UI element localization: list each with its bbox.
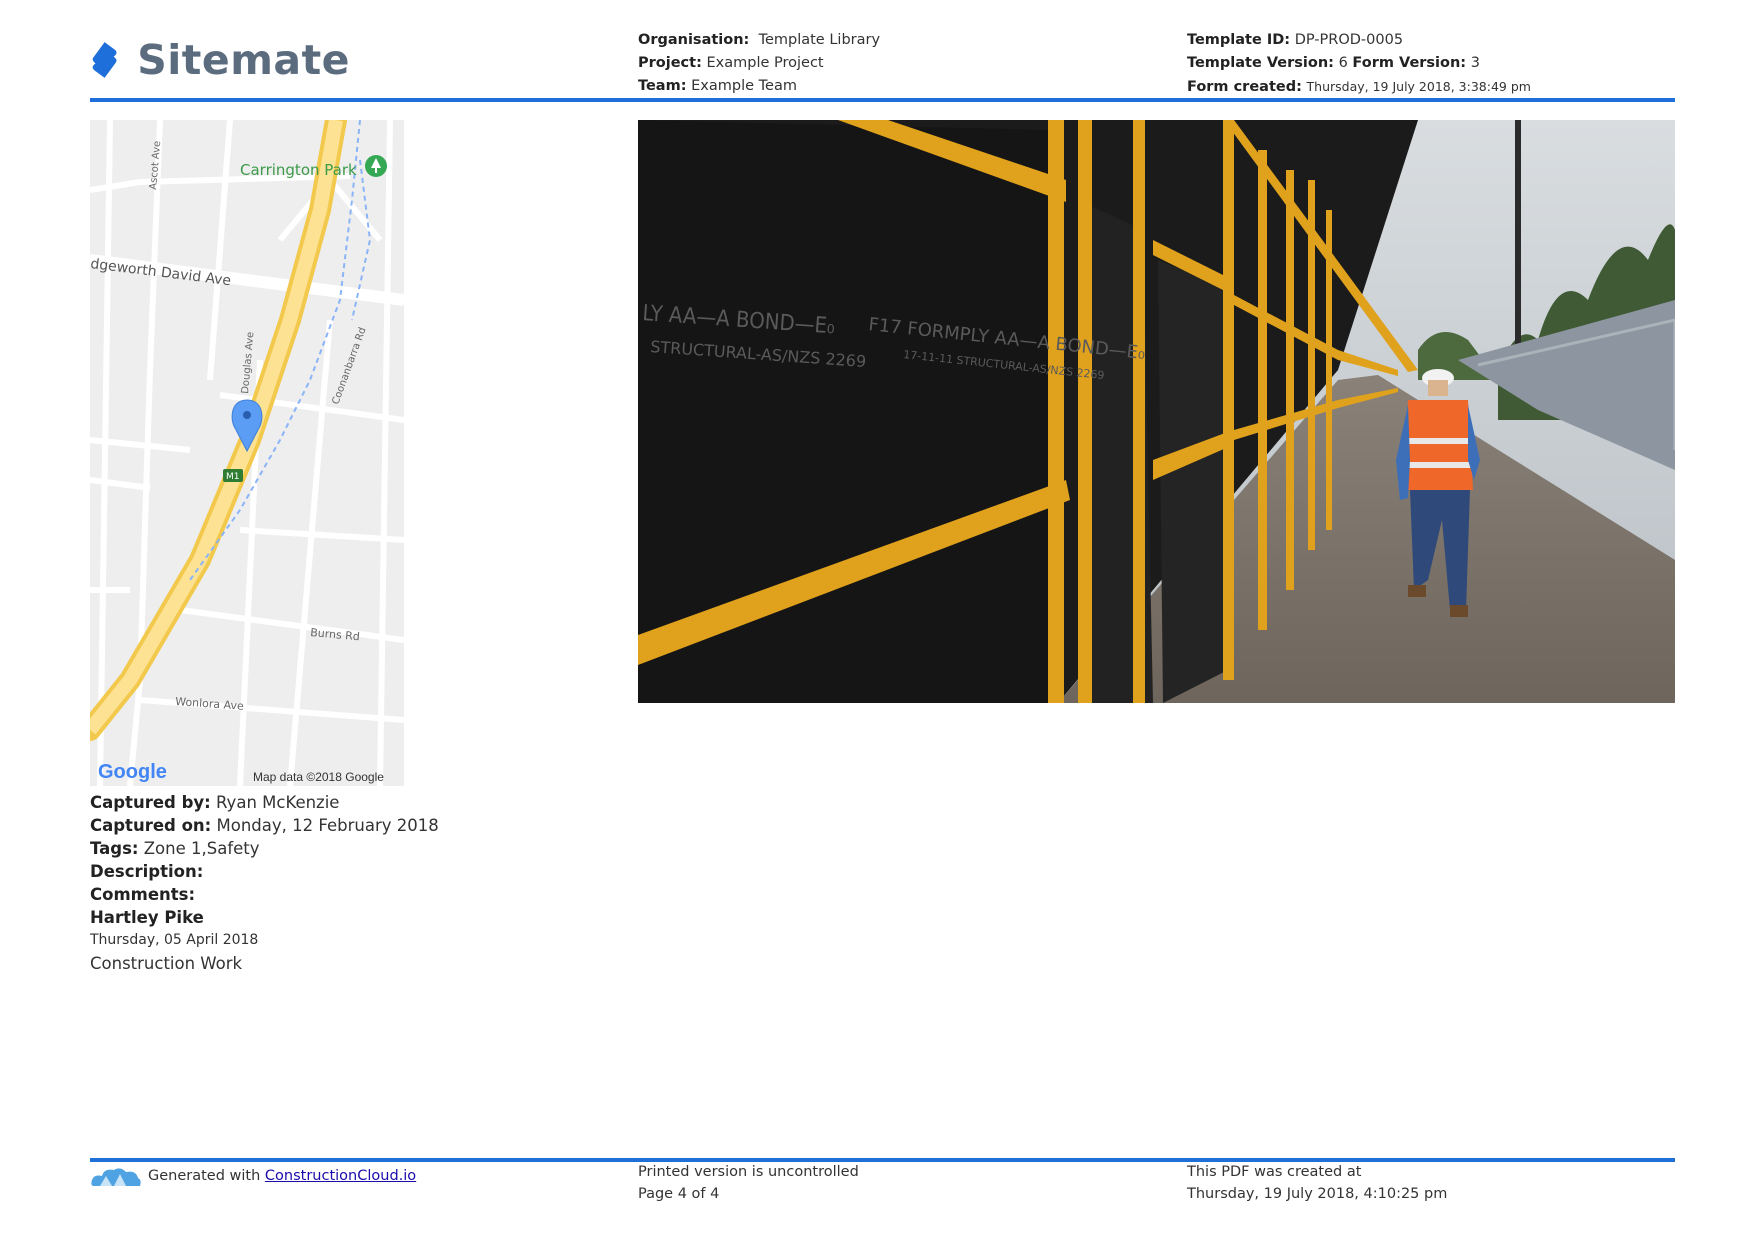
photo-metadata: Captured by: Ryan McKenzie Captured on: … — [90, 791, 570, 975]
footer-right: This PDF was created at Thursday, 19 Jul… — [1187, 1161, 1675, 1205]
comment-text: Construction Work — [90, 954, 243, 973]
uncontrolled-text: Printed version is uncontrolled — [638, 1164, 859, 1180]
template-version-value: 6 — [1338, 55, 1348, 71]
team-label: Team: — [638, 78, 687, 94]
page-number: Page 4 of 4 — [638, 1186, 720, 1202]
footer-generated: Generated with ConstructionCloud.io — [90, 1164, 590, 1188]
pdf-created-value: Thursday, 19 July 2018, 4:10:25 pm — [1187, 1186, 1448, 1202]
captured-on-value: Monday, 12 February 2018 — [216, 816, 439, 835]
captured-on-label: Captured on: — [90, 816, 212, 835]
tree-icon — [365, 155, 387, 177]
location-map[interactable]: Carrington Park dgeworth David Ave Ascot… — [90, 120, 404, 786]
header-divider — [90, 98, 1675, 102]
comment-author: Hartley Pike — [90, 908, 204, 927]
park-label: Carrington Park — [240, 161, 357, 179]
form-version-value: 3 — [1470, 55, 1480, 71]
footer-center: Printed version is uncontrolled Page 4 o… — [638, 1161, 1138, 1205]
project-value: Example Project — [706, 55, 824, 71]
team-value: Example Team — [691, 78, 797, 94]
organisation-label: Organisation: — [638, 32, 750, 48]
description-label: Description: — [90, 862, 204, 881]
template-id-label: Template ID: — [1187, 32, 1291, 48]
motorway-label: M1 — [226, 472, 240, 482]
template-id-value: DP-PROD-0005 — [1294, 32, 1404, 48]
captured-by-label: Captured by: — [90, 793, 211, 812]
pdf-created-text: This PDF was created at — [1187, 1164, 1362, 1180]
project-label: Project: — [638, 55, 702, 71]
form-created-value: Thursday, 19 July 2018, 3:38:49 pm — [1306, 79, 1531, 94]
captured-by-value: Ryan McKenzie — [216, 793, 340, 812]
tags-value: Zone 1,Safety — [143, 839, 260, 858]
header-org-block: Organisation: Template Library Project: … — [638, 29, 1158, 98]
google-logo: Google — [98, 761, 167, 783]
sitemate-logo-icon — [92, 42, 117, 78]
cloud-logo-icon — [91, 1168, 141, 1186]
logo-text: Sitemate — [137, 36, 350, 84]
comments-label: Comments: — [90, 885, 196, 904]
form-version-label: Form Version: — [1352, 55, 1467, 71]
generated-text: Generated with — [148, 1168, 261, 1184]
sitemate-logo: Sitemate — [90, 30, 350, 90]
header-template-block: Template ID: DP-PROD-0005 Template Versi… — [1187, 29, 1675, 99]
map-canvas: Carrington Park dgeworth David Ave Ascot… — [90, 120, 404, 786]
form-created-label: Form created: — [1187, 79, 1302, 95]
template-version-label: Template Version: — [1187, 55, 1334, 71]
site-photo[interactable]: LY AA—A BOND—E₀ STRUCTURAL-AS/NZS 2269 F… — [638, 120, 1675, 703]
photo-canvas: LY AA—A BOND—E₀ STRUCTURAL-AS/NZS 2269 F… — [638, 120, 1675, 703]
organisation-value: Template Library — [758, 32, 881, 48]
motorway-shield: M1 — [223, 469, 243, 482]
map-attribution[interactable]: Map data ©2018 Google — [253, 770, 384, 784]
comment-date: Thursday, 05 April 2018 — [90, 932, 259, 948]
constructioncloud-link[interactable]: ConstructionCloud.io — [265, 1165, 416, 1187]
tags-label: Tags: — [90, 839, 139, 858]
